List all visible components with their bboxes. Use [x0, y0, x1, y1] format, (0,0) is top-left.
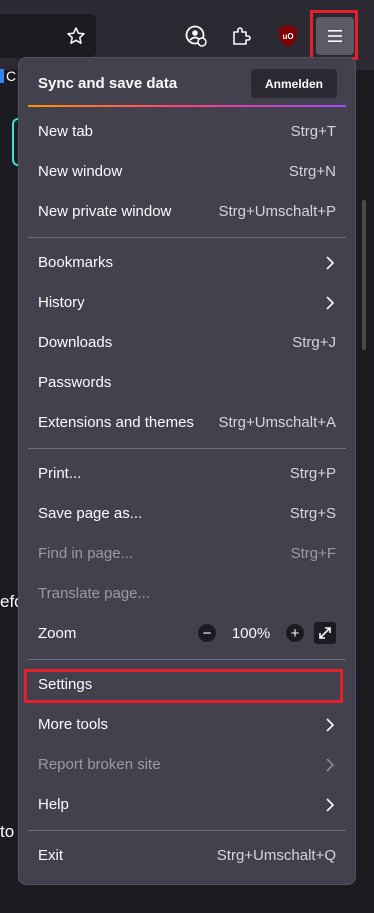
- menu-item-zoom: Zoom − 100% +: [19, 614, 355, 654]
- sync-header: Sync and save data Anmelden: [19, 58, 355, 106]
- chevron-right-icon: [326, 798, 335, 812]
- menu-item-report-broken-site: Report broken site: [19, 745, 355, 785]
- zoom-in-button[interactable]: +: [286, 624, 304, 642]
- star-icon[interactable]: [60, 18, 92, 54]
- menu-item-label: Report broken site: [38, 756, 161, 773]
- menu-item-find-in-page: Find in page... Strg+F: [19, 534, 355, 574]
- menu-item-bookmarks[interactable]: Bookmarks: [19, 243, 355, 283]
- menu-separator: [28, 448, 346, 449]
- menu-item-label: Bookmarks: [38, 254, 114, 271]
- fullscreen-icon: [319, 627, 331, 639]
- shortcut-label: Strg+Umschalt+A: [218, 414, 336, 431]
- zoom-level[interactable]: 100%: [216, 625, 286, 642]
- page-scrollbar[interactable]: [362, 200, 366, 350]
- app-menu-panel: Sync and save data Anmelden New tab Strg…: [18, 57, 356, 885]
- shortcut-label: Strg+N: [288, 163, 336, 180]
- chevron-right-icon: [326, 296, 335, 310]
- shortcut-label: Strg+F: [290, 545, 336, 562]
- menu-item-passwords[interactable]: Passwords: [19, 363, 355, 403]
- menu-item-history[interactable]: History: [19, 283, 355, 323]
- extensions-icon[interactable]: [225, 18, 257, 54]
- menu-item-label: Find in page...: [38, 545, 134, 562]
- menu-button-highlight: [310, 10, 358, 60]
- menu-item-exit[interactable]: Exit Strg+Umschalt+Q: [19, 836, 355, 876]
- shortcut-label: Strg+P: [289, 465, 336, 482]
- menu-item-new-private-window[interactable]: New private window Strg+Umschalt+P: [19, 192, 355, 232]
- zoom-out-button[interactable]: −: [198, 624, 216, 642]
- menu-item-translate: Translate page...: [19, 574, 355, 614]
- menu-item-new-window[interactable]: New window Strg+N: [19, 152, 355, 192]
- menu-item-new-tab[interactable]: New tab Strg+T: [19, 112, 355, 152]
- svg-text:uO: uO: [282, 32, 293, 41]
- menu-separator: [28, 830, 346, 831]
- menu-item-label: Help: [38, 796, 69, 813]
- menu-item-more-tools[interactable]: More tools: [19, 705, 355, 745]
- menu-item-extensions[interactable]: Extensions and themes Strg+Umschalt+A: [19, 403, 355, 443]
- menu-item-label: History: [38, 294, 85, 311]
- menu-item-downloads[interactable]: Downloads Strg+J: [19, 323, 355, 363]
- chevron-right-icon: [326, 256, 335, 270]
- menu-item-label: New private window: [38, 203, 172, 220]
- menu-item-label: Save page as...: [38, 505, 143, 522]
- zoom-controls: − 100% +: [198, 622, 336, 644]
- menu-item-label: Downloads: [38, 334, 113, 351]
- menu-separator: [28, 237, 346, 238]
- sync-divider: [28, 105, 346, 107]
- sync-title: Sync and save data: [38, 75, 178, 92]
- menu-item-label: Zoom: [38, 625, 77, 642]
- menu-item-help[interactable]: Help: [19, 785, 355, 825]
- menu-item-label: Translate page...: [38, 585, 151, 602]
- fullscreen-button[interactable]: [314, 622, 336, 644]
- shortcut-label: Strg+Umschalt+P: [218, 203, 336, 220]
- menu-item-label: Passwords: [38, 374, 112, 391]
- menu-item-label: Print...: [38, 465, 82, 482]
- shortcut-label: Strg+T: [290, 123, 336, 140]
- menu-item-label: New tab: [38, 123, 94, 140]
- settings-highlight: [24, 669, 343, 703]
- menu-separator: [28, 659, 346, 660]
- account-icon[interactable]: [180, 18, 212, 54]
- menu-item-save-page[interactable]: Save page as... Strg+S: [19, 494, 355, 534]
- sign-in-button[interactable]: Anmelden: [251, 69, 337, 98]
- menu-item-label: Exit: [38, 847, 64, 864]
- menu-item-print[interactable]: Print... Strg+P: [19, 454, 355, 494]
- chevron-right-icon: [326, 758, 335, 772]
- shortcut-label: Strg+S: [289, 505, 336, 522]
- menu-item-label: New window: [38, 163, 123, 180]
- ublock-icon[interactable]: uO: [272, 18, 304, 54]
- menu-item-label: More tools: [38, 716, 109, 733]
- shortcut-label: Strg+Umschalt+Q: [216, 847, 336, 864]
- menu-item-label: Extensions and themes: [38, 414, 194, 431]
- page-text-fragment: to: [0, 822, 15, 841]
- chevron-right-icon: [326, 718, 335, 732]
- shortcut-label: Strg+J: [292, 334, 336, 351]
